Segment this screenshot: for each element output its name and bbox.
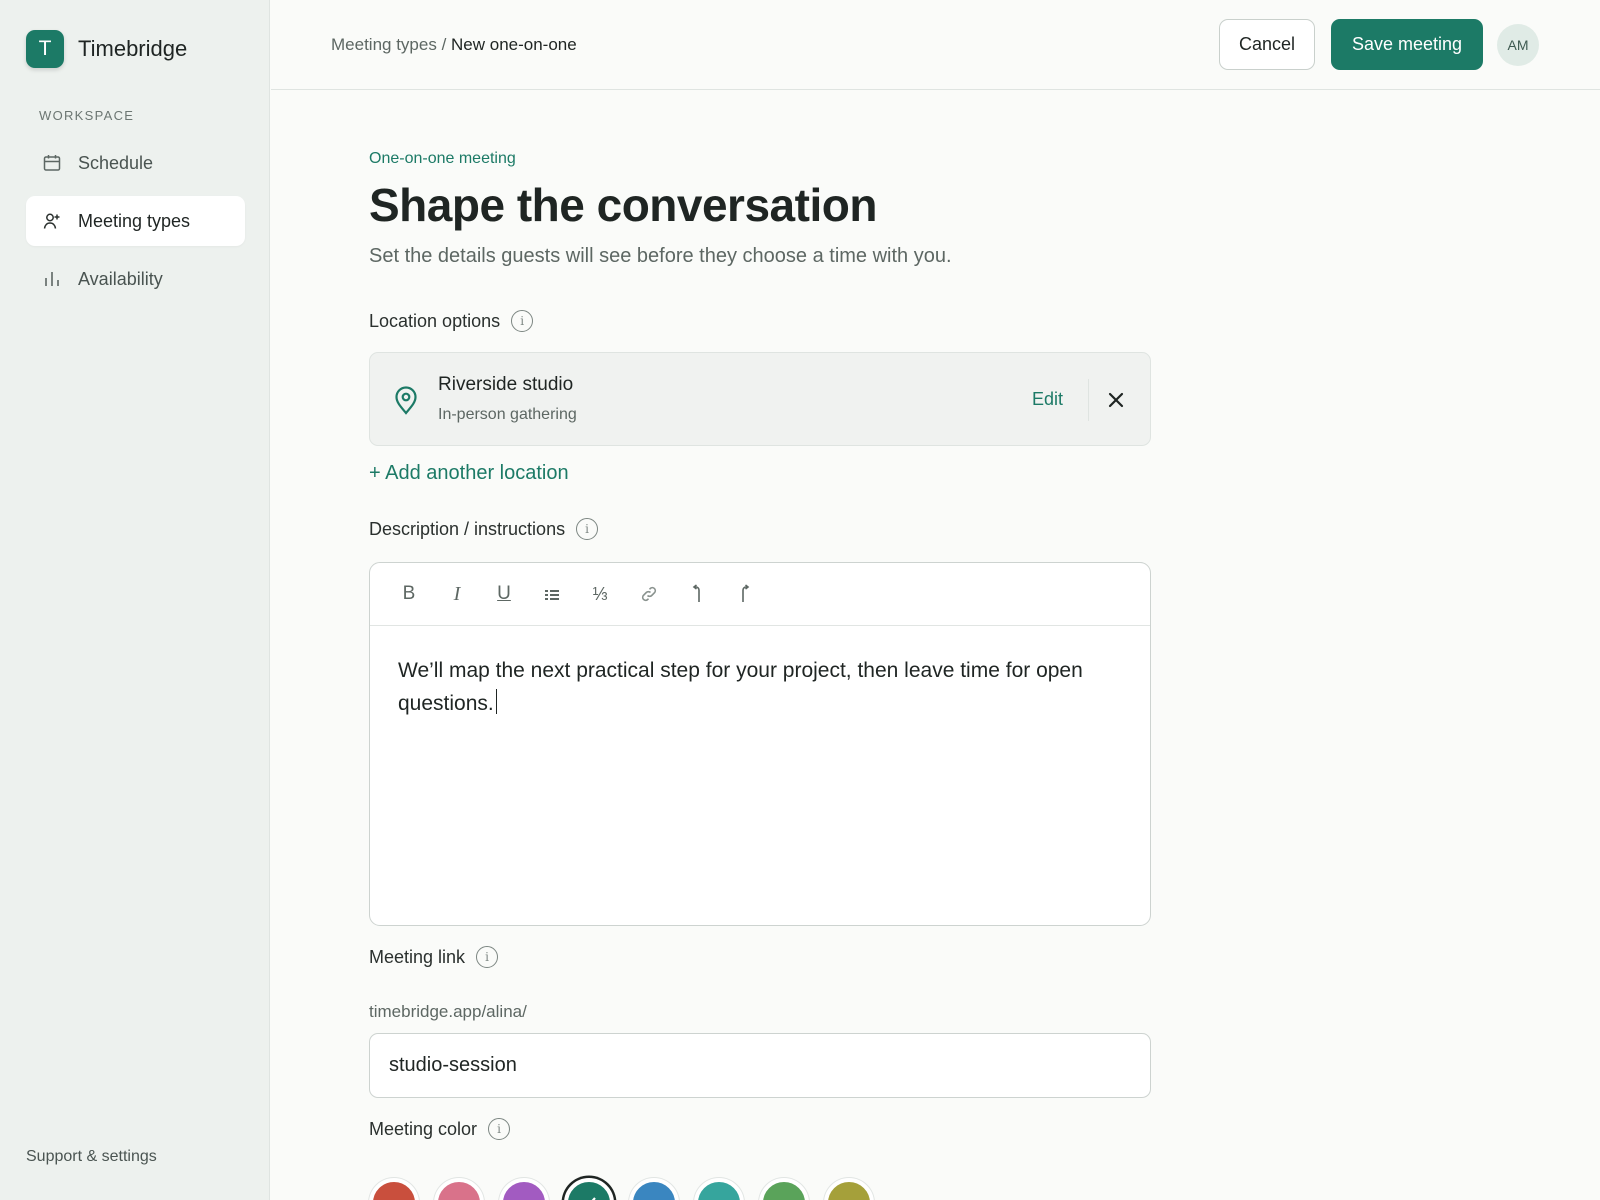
field-label-text: Location options (369, 310, 501, 331)
breadcrumb: Meeting types / New one-on-one (331, 35, 577, 55)
brand[interactable]: T Timebridge (26, 30, 187, 68)
meeting-link-label: Meeting link i (369, 946, 499, 968)
breadcrumb-separator: / (436, 35, 452, 54)
app-name: Timebridge (78, 36, 188, 61)
info-icon[interactable]: i (488, 1118, 511, 1140)
color-swatch[interactable] (629, 1178, 679, 1200)
add-location-link[interactable]: + Add another location (369, 462, 569, 485)
location-type: In-person gathering (438, 406, 577, 423)
color-swatch[interactable] (369, 1178, 419, 1200)
app-logo: T (26, 30, 64, 68)
meeting-color-label: Meeting color i (369, 1118, 511, 1140)
person-add-icon (42, 211, 62, 231)
workspace-section-label: WORKSPACE (39, 108, 135, 123)
description-content: We’ll map the next practical step for yo… (398, 659, 1083, 715)
sidebar-nav: Schedule Meeting types Availability (26, 138, 245, 312)
color-swatch[interactable] (499, 1178, 549, 1200)
color-swatch[interactable] (564, 1178, 614, 1200)
sidebar-item-schedule[interactable]: Schedule (26, 138, 245, 188)
info-icon[interactable]: i (476, 946, 499, 968)
field-label-text: Meeting color (369, 1118, 478, 1139)
description-editor[interactable]: B I U ⅓ We’ll map the next practical ste… (369, 562, 1151, 926)
divider (1088, 379, 1089, 421)
sidebar-item-label: Schedule (78, 152, 154, 173)
page-title: Shape the conversation (369, 179, 877, 231)
bar-chart-icon (42, 269, 62, 289)
close-icon (1108, 392, 1124, 408)
location-options-label: Location options i (369, 310, 534, 332)
bold-icon[interactable]: B (392, 577, 426, 611)
avatar[interactable]: AM (1497, 24, 1539, 66)
redo-icon[interactable] (728, 577, 762, 611)
sidebar-item-meeting-types[interactable]: Meeting types (26, 196, 245, 246)
text-caret (495, 689, 498, 714)
location-card: Riverside studio In-person gathering Edi… (369, 352, 1151, 446)
breadcrumb-parent[interactable]: Meeting types (331, 35, 437, 54)
field-label-text: Description / instructions (369, 518, 566, 539)
cancel-button[interactable]: Cancel (1219, 19, 1315, 70)
save-meeting-button[interactable]: Save meeting (1331, 19, 1483, 70)
edit-location-link[interactable]: Edit (1032, 389, 1063, 410)
field-label-text: Meeting link (369, 946, 466, 967)
color-swatch[interactable] (759, 1178, 809, 1200)
description-text[interactable]: We’ll map the next practical step for yo… (398, 654, 1098, 720)
color-swatch[interactable] (434, 1178, 484, 1200)
sidebar-item-label: Meeting types (78, 210, 191, 231)
color-swatch[interactable] (694, 1178, 744, 1200)
info-icon[interactable]: i (576, 518, 599, 540)
list-icon[interactable] (535, 577, 569, 611)
page-subtitle: Set the details guests will see before t… (369, 245, 952, 267)
sidebar-item-availability[interactable]: Availability (26, 254, 245, 304)
info-icon[interactable]: i (511, 310, 534, 332)
check-icon (591, 1197, 596, 1200)
map-pin-icon (392, 385, 420, 420)
editor-toolbar: B I U ⅓ (370, 563, 1150, 626)
page-eyebrow: One-on-one meeting (369, 150, 516, 167)
breadcrumb-current: New one-on-one (451, 35, 577, 54)
description-label: Description / instructions i (369, 518, 599, 540)
undo-icon[interactable] (680, 577, 714, 611)
fraction-icon[interactable]: ⅓ (583, 577, 617, 611)
support-settings-link[interactable]: Support & settings (26, 1148, 157, 1166)
link-icon[interactable] (632, 577, 666, 611)
underline-icon[interactable]: U (487, 577, 521, 611)
meeting-link-prefix: timebridge.app/alina/ (369, 1002, 527, 1021)
remove-location-button[interactable] (1103, 387, 1129, 413)
topbar: Meeting types / New one-on-one Cancel Sa… (271, 0, 1600, 90)
location-name: Riverside studio (438, 374, 574, 395)
italic-icon[interactable]: I (440, 577, 474, 611)
sidebar-item-label: Availability (78, 268, 163, 289)
calendar-icon (42, 153, 62, 173)
sidebar: T Timebridge WORKSPACE Schedule Meeting … (0, 0, 270, 1200)
color-swatch[interactable] (824, 1178, 874, 1200)
color-swatches (369, 1170, 889, 1200)
meeting-link-input[interactable] (369, 1033, 1151, 1098)
